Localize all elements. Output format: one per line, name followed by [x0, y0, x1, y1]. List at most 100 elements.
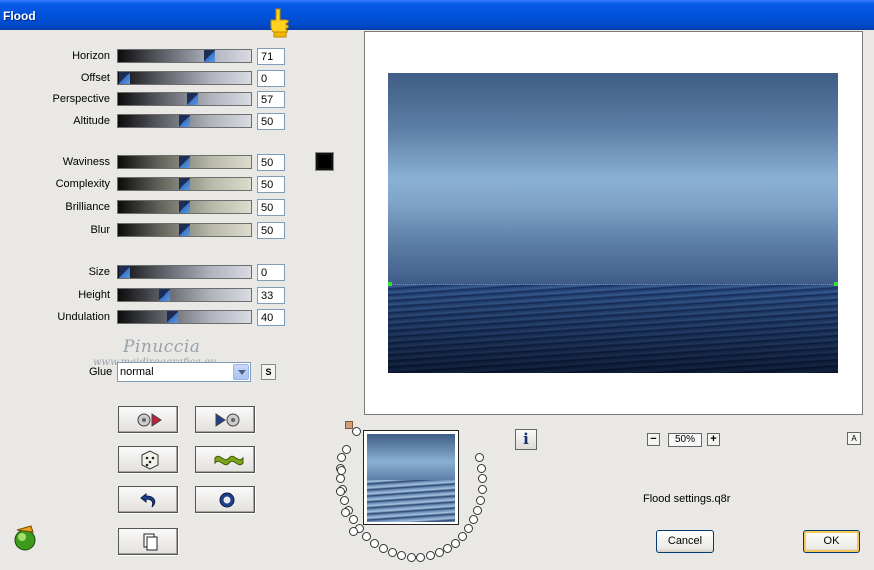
slider-thumb[interactable] — [179, 178, 190, 190]
navigator-ring-dot — [464, 524, 473, 533]
preview-image[interactable] — [388, 73, 838, 373]
slider-label: Offset — [80, 72, 110, 84]
height-value-field[interactable]: 33 — [257, 287, 285, 304]
chevron-down-icon[interactable] — [233, 364, 249, 380]
navigator-sea — [367, 480, 455, 522]
slider-row-complexity: Complexity 50 — [0, 176, 300, 193]
horizon-handle-left[interactable] — [388, 282, 392, 286]
slider-thumb[interactable] — [119, 266, 130, 278]
perspective-slider[interactable] — [117, 92, 252, 106]
reset-left-button[interactable] — [118, 406, 178, 433]
navigator-ring-dot — [477, 464, 486, 473]
complexity-value-field[interactable]: 50 — [257, 176, 285, 193]
reset-right-button[interactable] — [195, 406, 255, 433]
slider-row-perspective: Perspective 57 — [0, 91, 300, 108]
target-button[interactable] — [195, 486, 255, 513]
wave-preset-button[interactable] — [195, 446, 255, 473]
brilliance-value-field[interactable]: 50 — [257, 199, 285, 216]
slider-thumb[interactable] — [179, 156, 190, 168]
waviness-slider[interactable] — [117, 155, 252, 169]
wave-preset-icon — [214, 455, 244, 466]
navigator-thumbnail[interactable] — [363, 430, 459, 525]
target-icon — [219, 492, 235, 508]
navigator-ring-dot — [475, 453, 484, 462]
altitude-slider[interactable] — [117, 114, 252, 128]
horizon-slider[interactable] — [117, 49, 252, 63]
navigator-ring-dot — [340, 496, 349, 505]
height-slider[interactable] — [117, 288, 252, 302]
preview-sky — [388, 73, 838, 285]
ok-button[interactable]: OK — [803, 530, 860, 553]
copy-button[interactable] — [118, 528, 178, 555]
navigator-ring-dot — [478, 485, 487, 494]
navigator-ring-dot — [370, 539, 379, 548]
color-swatch[interactable] — [315, 152, 334, 171]
slider-thumb[interactable] — [159, 289, 170, 301]
info-button[interactable]: i — [515, 429, 537, 450]
slider-label: Undulation — [57, 311, 110, 323]
horizon-handle-right[interactable] — [834, 282, 838, 286]
navigator-ring-dot — [379, 544, 388, 553]
slider-label: Blur — [90, 224, 110, 236]
slider-thumb[interactable] — [179, 224, 190, 236]
slider-label: Waviness — [62, 156, 110, 168]
size-value-field[interactable]: 0 — [257, 264, 285, 281]
zoom-in-button[interactable]: + — [707, 433, 720, 446]
reset-right-icon — [215, 413, 240, 427]
window-title: Flood — [3, 9, 36, 23]
zoom-level: 50% — [668, 433, 702, 447]
slider-thumb[interactable] — [119, 72, 130, 84]
slider-row-undulation: Undulation 40 — [0, 309, 300, 326]
horizon-line — [388, 284, 838, 285]
random-button[interactable] — [118, 446, 178, 473]
slider-row-altitude: Altitude 50 — [0, 113, 300, 130]
settings-file: Flood settings.q8r — [643, 493, 731, 505]
copy-icon — [143, 533, 158, 551]
offset-slider[interactable] — [117, 71, 252, 85]
undo-icon — [140, 492, 156, 508]
undulation-value-field[interactable]: 40 — [257, 309, 285, 326]
size-slider[interactable] — [117, 265, 252, 279]
brilliance-slider[interactable] — [117, 200, 252, 214]
s-button[interactable]: S — [261, 364, 276, 380]
slider-thumb[interactable] — [187, 93, 198, 105]
pointing-hand-icon — [270, 8, 289, 38]
reset-left-icon — [137, 413, 162, 427]
navigator-ring-dot — [416, 553, 425, 562]
blur-slider[interactable] — [117, 223, 252, 237]
slider-thumb[interactable] — [167, 311, 178, 323]
navigator-ring-dot — [478, 474, 487, 483]
slider-label: Size — [88, 266, 110, 278]
slider-thumb[interactable] — [179, 115, 190, 127]
a-button[interactable]: A — [847, 432, 861, 445]
navigator-image — [367, 434, 455, 522]
undo-button[interactable] — [118, 486, 178, 513]
altitude-value-field[interactable]: 50 — [257, 113, 285, 130]
navigator-ring-dot — [337, 453, 346, 462]
slider-label: Brilliance — [65, 201, 110, 213]
navigator-ring-dot — [341, 508, 350, 517]
slider-row-offset: Offset 0 — [0, 70, 300, 87]
navigator-handle[interactable] — [345, 421, 353, 429]
offset-value-field[interactable]: 0 — [257, 70, 285, 87]
cancel-button[interactable]: Cancel — [656, 530, 714, 553]
slider-row-waviness: Waviness 50 — [0, 154, 300, 171]
title-bar[interactable]: Flood — [0, 0, 874, 30]
navigator-ring-dot — [443, 544, 452, 553]
undulation-slider[interactable] — [117, 310, 252, 324]
filter-logo-icon — [14, 525, 36, 551]
slider-label: Horizon — [72, 50, 110, 62]
horizon-value-field[interactable]: 71 — [257, 48, 285, 65]
zoom-out-button[interactable]: − — [647, 433, 660, 446]
navigator-ring-dot — [451, 539, 460, 548]
waviness-value-field[interactable]: 50 — [257, 154, 285, 171]
slider-row-size: Size 0 — [0, 264, 300, 281]
blur-value-field[interactable]: 50 — [257, 222, 285, 239]
navigator-ring-dot — [435, 548, 444, 557]
complexity-slider[interactable] — [117, 177, 252, 191]
slider-thumb[interactable] — [204, 50, 215, 62]
glue-select[interactable]: normal — [117, 362, 251, 382]
slider-thumb[interactable] — [179, 201, 190, 213]
perspective-value-field[interactable]: 57 — [257, 91, 285, 108]
navigator-ring-dot — [458, 532, 467, 541]
